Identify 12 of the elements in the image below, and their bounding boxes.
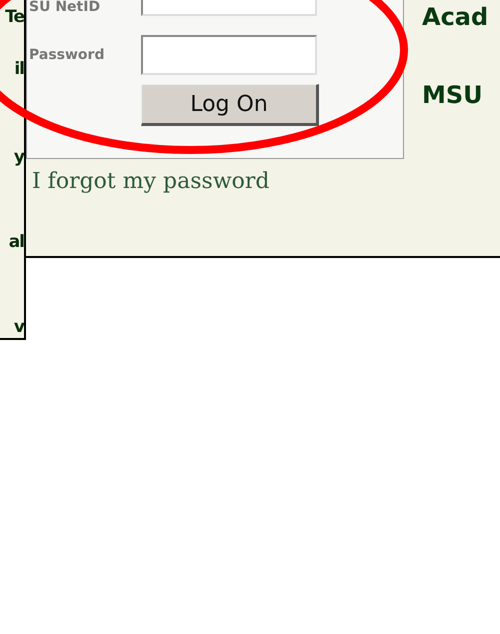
heading-fragment: Acad (422, 2, 490, 33)
forgot-password-link[interactable]: I forgot my password (32, 169, 406, 194)
heading-fragment: Te (5, 6, 24, 29)
log-on-button[interactable]: Log On (141, 84, 319, 126)
input-field[interactable] (141, 35, 317, 75)
heading-fragment: il (14, 58, 24, 81)
field-label: Password (28, 47, 106, 63)
field-label: SU NetID (28, 0, 102, 14)
heading-fragment: MSU (422, 80, 484, 111)
heading-fragment: y (14, 146, 24, 169)
heading-fragment: v (14, 316, 24, 338)
heading-fragment: al (8, 231, 24, 254)
